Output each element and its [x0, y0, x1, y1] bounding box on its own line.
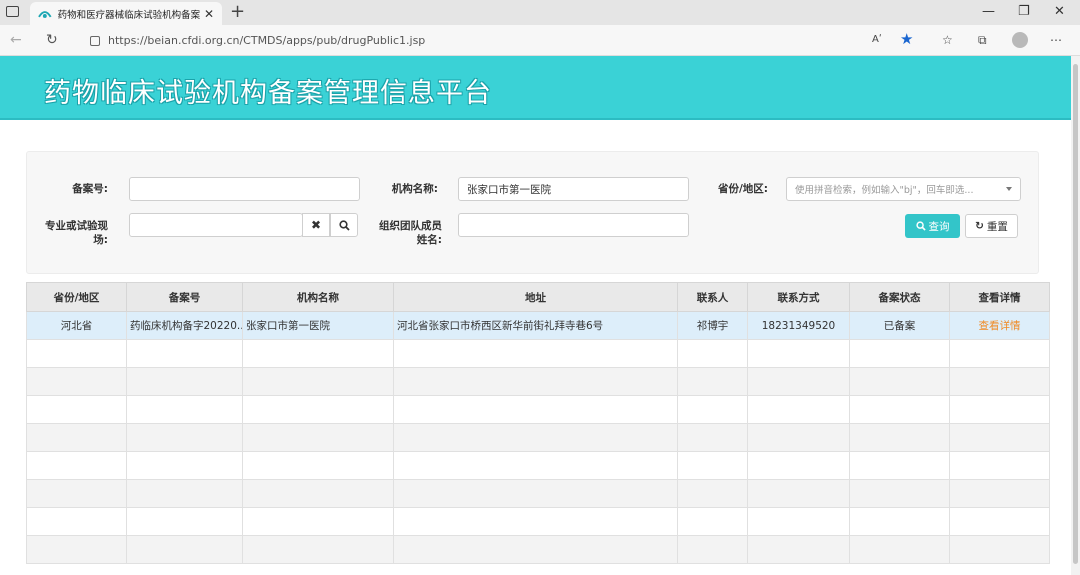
column-header-status[interactable]: 备案状态: [849, 282, 950, 312]
province-select[interactable]: 使用拼音检索，例如输入"bj"，回车即选...: [786, 177, 1021, 201]
browser-tab[interactable]: 药物和医疗器械临床试验机构备案 ✕: [30, 2, 222, 25]
reset-button-label: 重置: [986, 220, 1008, 233]
cell-detail: 查看详情: [949, 311, 1050, 340]
tab-actions-icon[interactable]: [6, 6, 19, 17]
search-icon: [915, 221, 926, 231]
chevron-down-icon: [1006, 187, 1012, 191]
page-title: 药物临床试验机构备案管理信息平台: [44, 78, 492, 109]
cell-province: 河北省: [26, 311, 127, 340]
specialty-input[interactable]: [129, 213, 303, 237]
province-label: 省份/地区:: [717, 183, 768, 195]
results-table: 省份/地区 备案号 机构名称 地址 联系人 联系方式 备案状态 查看详情 河北省…: [26, 282, 1050, 564]
province-placeholder: 使用拼音检索，例如输入"bj"，回车即选...: [795, 185, 974, 196]
empty-row: [26, 479, 1050, 508]
site-favicon-icon: [38, 10, 52, 18]
column-header-contact[interactable]: 联系人: [677, 282, 748, 312]
specialty-label: 专业或试验现 场:: [45, 220, 108, 246]
record-no-input[interactable]: [129, 177, 360, 201]
site-header: 药物临床试验机构备案管理信息平台: [0, 56, 1071, 120]
member-input[interactable]: [458, 213, 689, 237]
clear-icon[interactable]: ✖: [302, 213, 330, 237]
column-header-address[interactable]: 地址: [393, 282, 678, 312]
table-header-row: 省份/地区 备案号 机构名称 地址 联系人 联系方式 备案状态 查看详情: [26, 282, 1050, 312]
column-header-org-name[interactable]: 机构名称: [242, 282, 394, 312]
page-scrollbar[interactable]: [1071, 56, 1080, 575]
scrollbar-thumb[interactable]: [1073, 64, 1078, 564]
empty-row: [26, 367, 1050, 396]
lock-icon[interactable]: [90, 35, 100, 46]
cell-org-name: 张家口市第一医院: [242, 311, 394, 340]
close-window-icon[interactable]: ✕: [1054, 4, 1065, 19]
refresh-icon: ↻: [975, 220, 984, 232]
empty-row: [26, 339, 1050, 368]
record-no-label: 备案号:: [72, 183, 108, 195]
url-text: https://beian.cfdi.org.cn/CTMDS/apps/pub…: [108, 34, 426, 47]
empty-row: [26, 423, 1050, 452]
profile-avatar[interactable]: [1012, 32, 1028, 48]
column-header-detail[interactable]: 查看详情: [949, 282, 1050, 312]
browser-tab-bar: 药物和医疗器械临床试验机构备案 ✕ + — ❐ ✕: [0, 0, 1080, 25]
member-label: 组织团队成员 姓名:: [379, 220, 442, 246]
column-header-record-no[interactable]: 备案号: [126, 282, 243, 312]
minimize-icon[interactable]: —: [982, 4, 995, 19]
empty-row: [26, 451, 1050, 480]
read-aloud-icon[interactable]: Aʹ: [872, 34, 882, 45]
org-name-label: 机构名称:: [391, 183, 438, 195]
browser-address-bar: ← ↻ https://beian.cfdi.org.cn/CTMDS/apps…: [0, 25, 1080, 56]
cell-address: 河北省张家口市桥西区新华前街礼拜寺巷6号: [393, 311, 678, 340]
empty-row: [26, 507, 1050, 536]
search-icon[interactable]: [330, 213, 358, 237]
cell-phone: 18231349520: [747, 311, 850, 340]
collections-icon[interactable]: ⧉: [978, 33, 987, 48]
tab-title: 药物和医疗器械临床试验机构备案: [57, 9, 201, 21]
new-tab-icon[interactable]: +: [230, 2, 245, 22]
query-button[interactable]: 查询: [905, 214, 960, 238]
cell-contact: 祁博宇: [677, 311, 748, 340]
reset-button[interactable]: ↻ 重置: [965, 214, 1018, 238]
view-detail-link[interactable]: 查看详情: [979, 320, 1021, 332]
more-menu-icon[interactable]: ⋯: [1050, 33, 1062, 47]
table-row[interactable]: 河北省 药临床机构备字20220... 张家口市第一医院 河北省张家口市桥西区新…: [26, 311, 1050, 340]
column-header-province[interactable]: 省份/地区: [26, 282, 127, 312]
query-button-label: 查询: [928, 220, 950, 233]
empty-row: [26, 535, 1050, 564]
column-header-phone[interactable]: 联系方式: [747, 282, 850, 312]
tab-close-icon[interactable]: ✕: [204, 7, 214, 21]
cell-record-no: 药临床机构备字20220...: [126, 311, 243, 340]
favorite-star-icon[interactable]: ★: [900, 30, 913, 48]
reload-icon[interactable]: ↻: [46, 32, 58, 48]
cell-status: 已备案: [849, 311, 950, 340]
favorites-list-icon[interactable]: ☆: [942, 33, 953, 47]
back-icon[interactable]: ←: [10, 32, 22, 48]
restore-icon[interactable]: ❐: [1018, 4, 1030, 19]
empty-row: [26, 395, 1050, 424]
org-name-input[interactable]: 张家口市第一医院: [458, 177, 689, 201]
url-field[interactable]: https://beian.cfdi.org.cn/CTMDS/apps/pub…: [76, 29, 846, 52]
